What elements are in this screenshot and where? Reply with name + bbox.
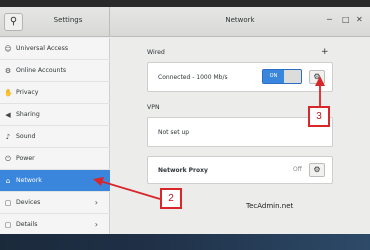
arrow-2 (99, 180, 161, 200)
settings-window: ⚲ Settings Network ─ □ ✕ ☺ Universal Acc… (0, 0, 370, 250)
arrowhead-2 (93, 177, 104, 186)
annotation-badge-3: 3 (308, 106, 330, 127)
arrowhead-3 (315, 76, 325, 86)
annotation-badge-2: 2 (160, 188, 182, 209)
